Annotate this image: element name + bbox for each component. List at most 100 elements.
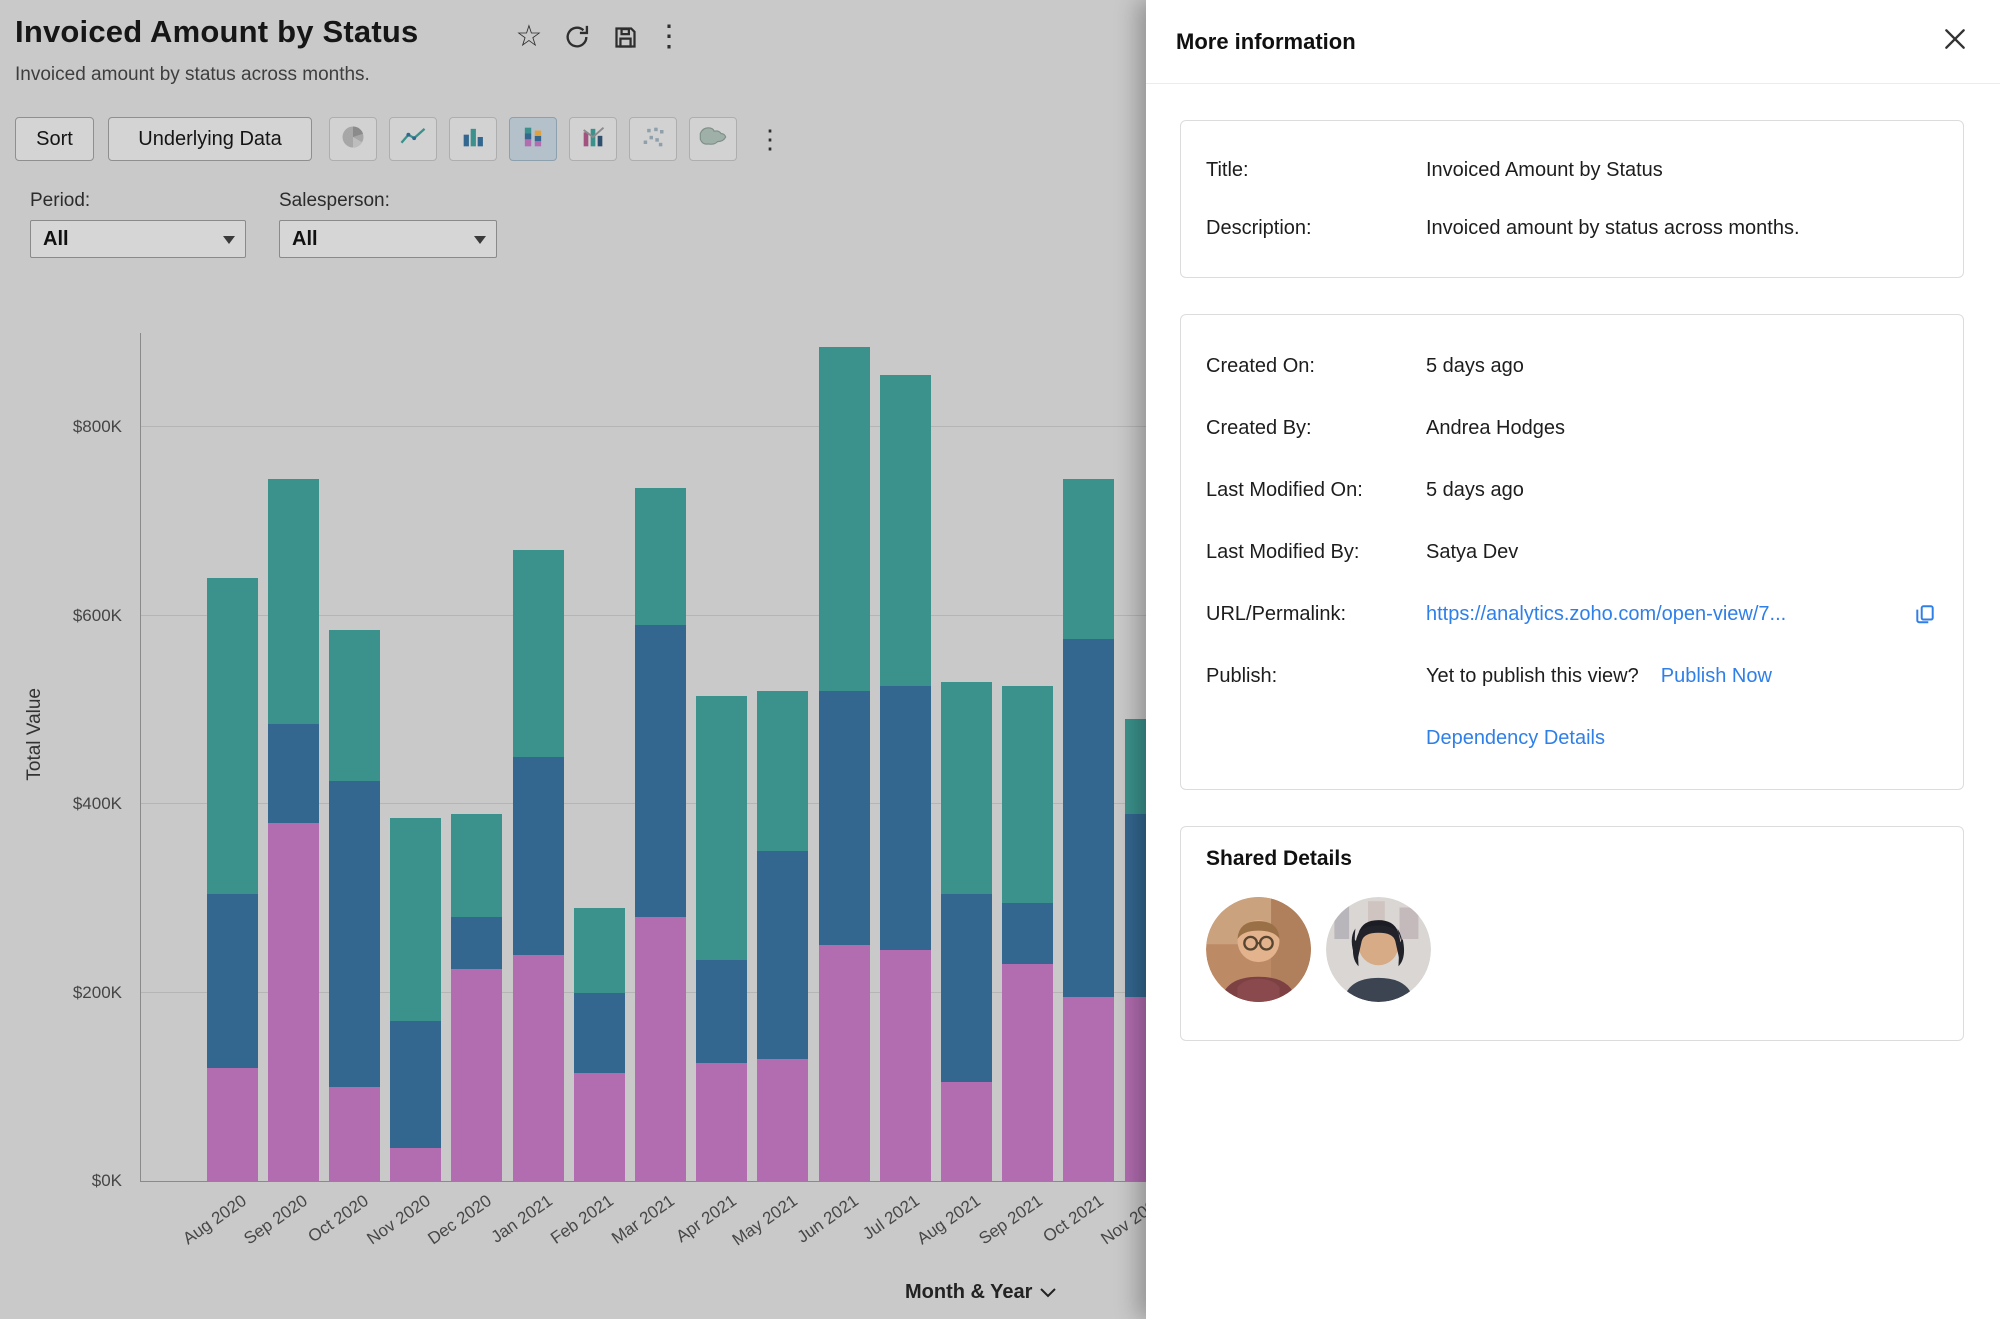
bar-segment[interactable] [757, 851, 808, 1058]
chart-type-scatter-button[interactable] [629, 117, 677, 161]
shared-avatars [1206, 897, 1938, 1012]
info-row-url-permalink: URL/Permalink:https://analytics.zoho.com… [1206, 583, 1938, 645]
bar-segment[interactable] [513, 550, 564, 757]
bar-segment[interactable] [513, 757, 564, 955]
save-button[interactable] [608, 20, 642, 54]
info-row-title: Title:Invoiced Amount by Status [1206, 141, 1938, 199]
bar-segment[interactable] [1002, 964, 1053, 1181]
info-row-last-modified-by: Last Modified By:Satya Dev [1206, 521, 1938, 583]
chart-type-bar-button[interactable] [449, 117, 497, 161]
salesperson-filter-select[interactable]: All [279, 220, 497, 258]
avatar-user-1[interactable] [1206, 897, 1311, 1002]
y-tick-label: $0K [40, 1171, 122, 1191]
chart-type-stacked-bar-button[interactable] [509, 117, 557, 161]
info-row-publish: Publish:Yet to publish this view?Publish… [1206, 645, 1938, 707]
page-title: Invoiced Amount by Status [15, 14, 418, 50]
salesperson-filter-label: Salesperson: [279, 190, 390, 212]
chevron-down-icon [1040, 1281, 1056, 1304]
info-value: 5 days ago [1426, 479, 1524, 502]
title-description-card: Title:Invoiced Amount by StatusDescripti… [1180, 120, 1964, 278]
x-axis-title[interactable]: Month & Year [905, 1281, 1056, 1304]
bar-segment[interactable] [941, 1082, 992, 1181]
chart-type-map-button[interactable] [689, 117, 737, 161]
bar-segment[interactable] [207, 894, 258, 1068]
bar-segment[interactable] [880, 950, 931, 1181]
avatar-user-2[interactable] [1326, 897, 1431, 1002]
stacked-bar-chart-icon [519, 123, 547, 156]
bar-segment[interactable] [1063, 997, 1114, 1181]
bar-segment[interactable] [390, 1148, 441, 1181]
more-chart-types-button[interactable]: ⋮ [752, 117, 788, 161]
bar-segment[interactable] [941, 682, 992, 894]
underlying-data-button[interactable]: Underlying Data [108, 117, 312, 161]
bar-segment[interactable] [880, 686, 931, 950]
save-icon [612, 24, 639, 51]
info-row-description: Description:Invoiced amount by status ac… [1206, 199, 1938, 257]
bar-segment[interactable] [635, 917, 686, 1181]
bar-segment[interactable] [451, 814, 502, 918]
bar-segment[interactable] [574, 993, 625, 1073]
chart-type-pie-button[interactable] [329, 117, 377, 161]
bar-segment[interactable] [574, 1073, 625, 1181]
bar-segment[interactable] [451, 969, 502, 1181]
info-value: Satya Dev [1426, 541, 1518, 564]
bar-segment[interactable] [696, 1063, 747, 1181]
bar-segment[interactable] [207, 578, 258, 894]
bar-segment[interactable] [635, 625, 686, 917]
info-label: Created On: [1206, 355, 1426, 378]
bar-segment[interactable] [635, 488, 686, 625]
bar-segment[interactable] [1002, 686, 1053, 903]
bar-segment[interactable] [207, 1068, 258, 1181]
info-label: Last Modified On: [1206, 479, 1426, 502]
info-value: 5 days ago [1426, 355, 1524, 378]
bar-segment[interactable] [819, 691, 870, 945]
bar-segment[interactable] [268, 479, 319, 724]
sort-button[interactable]: Sort [15, 117, 94, 161]
copy-icon[interactable] [1912, 601, 1938, 627]
chart-type-line-button[interactable] [389, 117, 437, 161]
more-options-button[interactable]: ⋮ [652, 20, 686, 54]
info-label: Publish: [1206, 665, 1426, 688]
shared-details-title: Shared Details [1206, 847, 1938, 871]
favorite-button[interactable]: ☆ [512, 20, 546, 54]
refresh-button[interactable] [560, 20, 594, 54]
info-value: Andrea Hodges [1426, 417, 1565, 440]
bar-segment[interactable] [696, 696, 747, 960]
bar-segment[interactable] [880, 375, 931, 686]
bar-segment[interactable] [390, 1021, 441, 1148]
page-subtitle: Invoiced amount by status across months. [15, 64, 370, 86]
panel-title: More information [1176, 29, 1356, 55]
bar-segment[interactable] [451, 917, 502, 969]
dependency-details-link[interactable]: Dependency Details [1426, 727, 1605, 750]
bar-segment[interactable] [329, 781, 380, 1087]
bar-segment[interactable] [1063, 479, 1114, 639]
bar-segment[interactable] [819, 945, 870, 1181]
bar-segment[interactable] [329, 630, 380, 781]
publish-now-link[interactable]: Publish Now [1661, 665, 1772, 688]
bar-segment[interactable] [941, 894, 992, 1082]
bar-segment[interactable] [819, 347, 870, 691]
bar-segment[interactable] [513, 955, 564, 1181]
x-tick-label: Dec 2020 [385, 1191, 495, 1276]
bar-segment[interactable] [696, 960, 747, 1064]
refresh-icon [563, 23, 591, 51]
permalink-link[interactable]: https://analytics.zoho.com/open-view/7..… [1426, 603, 1786, 626]
bar-segment[interactable] [574, 908, 625, 993]
info-label: Last Modified By: [1206, 541, 1426, 564]
bar-segment[interactable] [757, 691, 808, 851]
y-axis-title: Total Value [24, 688, 46, 781]
bar-segment[interactable] [268, 724, 319, 823]
bar-segment[interactable] [390, 818, 441, 1021]
chart-type-multi-bar-button[interactable] [569, 117, 617, 161]
bar-segment[interactable] [757, 1059, 808, 1181]
period-filter-select[interactable]: All [30, 220, 246, 258]
bar-segment[interactable] [1063, 639, 1114, 997]
shared-details-card: Shared Details [1180, 826, 1964, 1041]
info-label: URL/Permalink: [1206, 603, 1426, 626]
bar-segment[interactable] [268, 823, 319, 1181]
bar-segment[interactable] [1002, 903, 1053, 964]
close-panel-button[interactable] [1938, 25, 1972, 59]
more-information-panel: More information Title:Invoiced Amount b… [1146, 0, 2000, 1319]
bar-segment[interactable] [329, 1087, 380, 1181]
metadata-card: Created On:5 days agoCreated By:Andrea H… [1180, 314, 1964, 790]
